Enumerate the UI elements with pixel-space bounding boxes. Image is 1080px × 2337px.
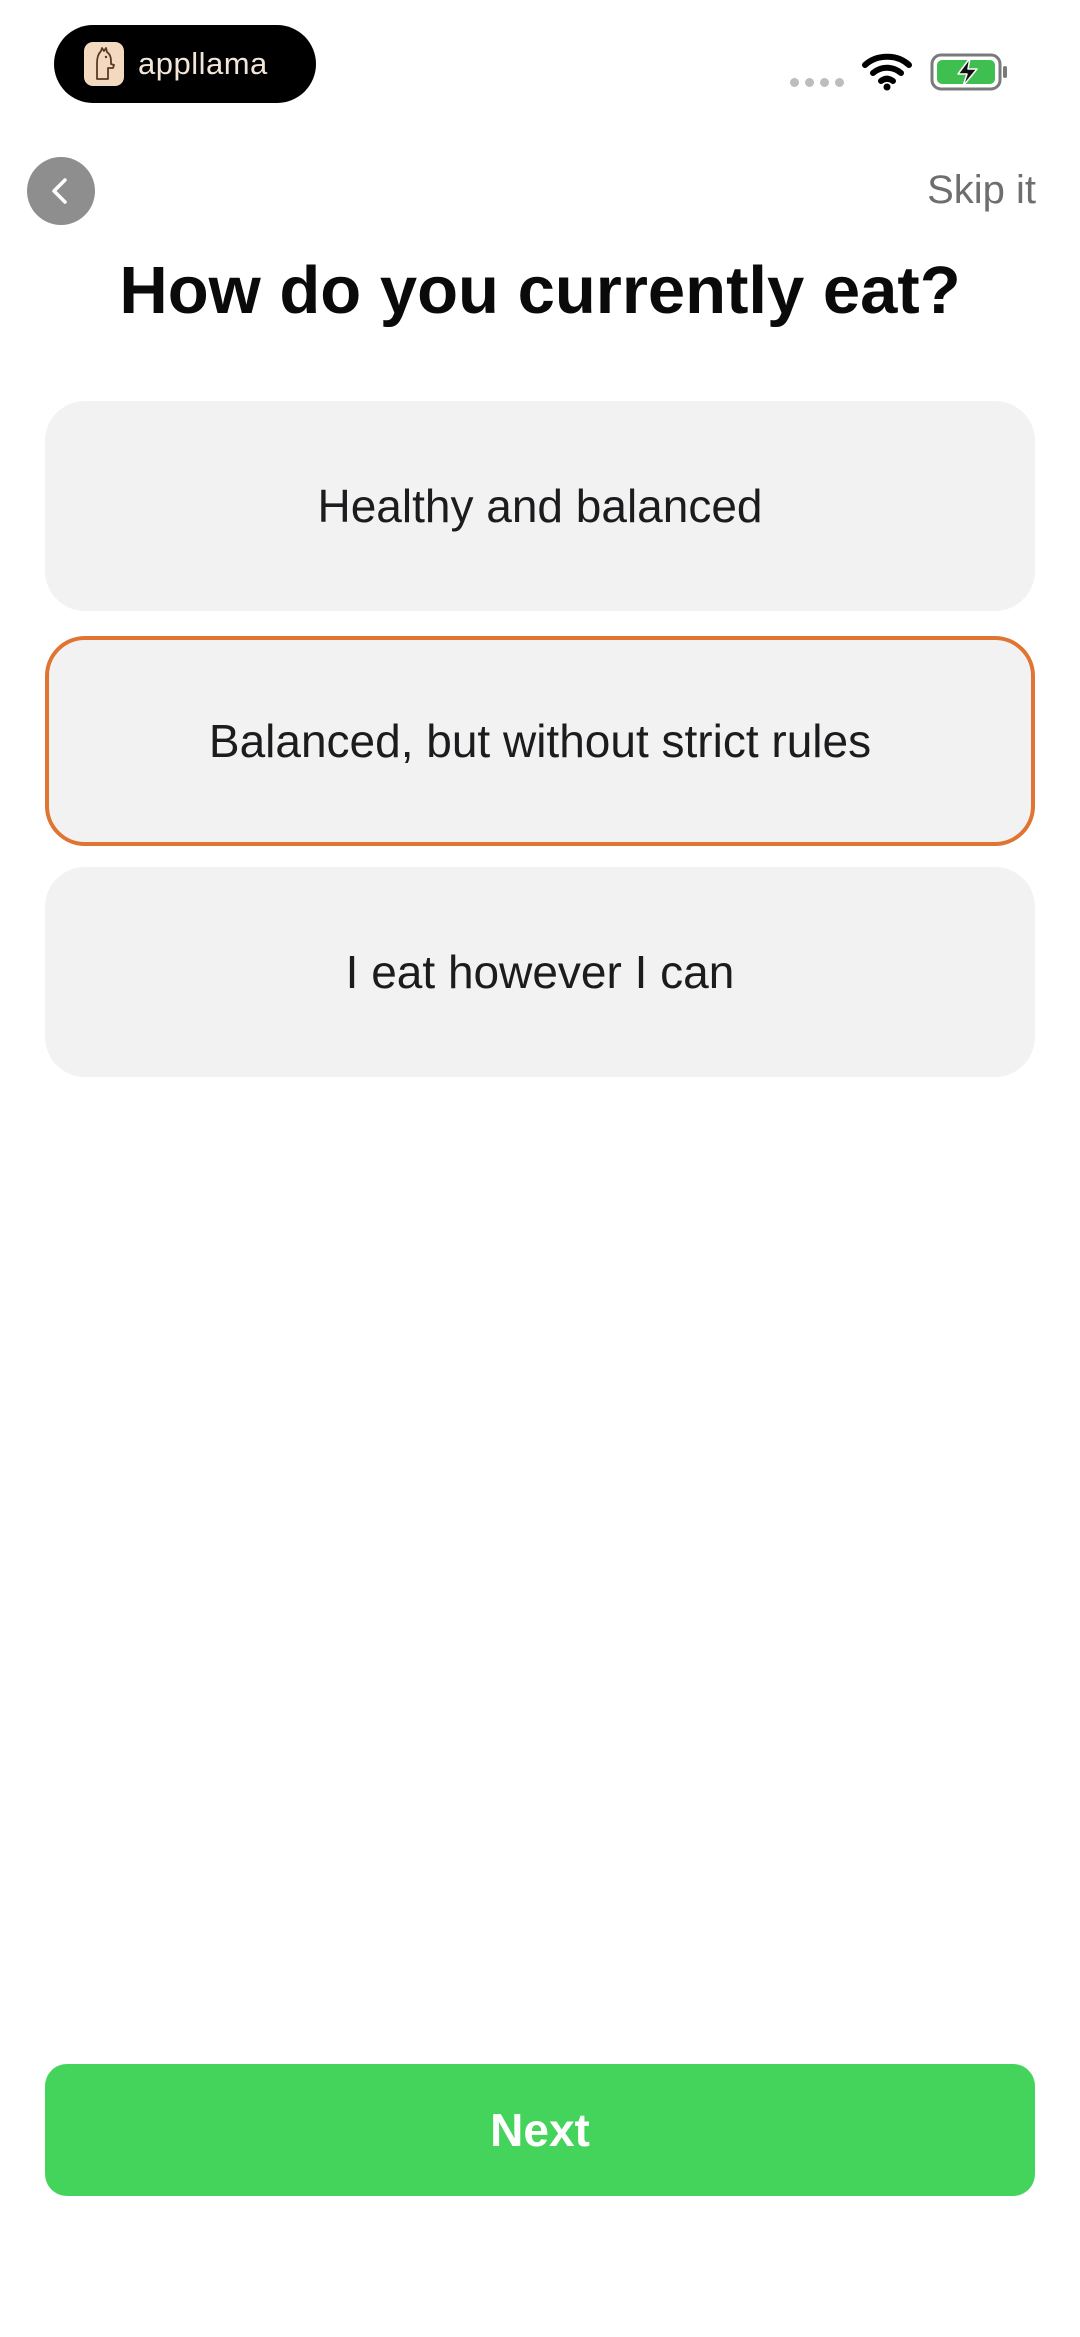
- chevron-left-icon: [52, 178, 67, 204]
- brand-name: appllama: [138, 46, 268, 81]
- brand-badge: appllama: [54, 25, 316, 103]
- option-label: Balanced, but without strict rules: [208, 715, 872, 767]
- option-label: Healthy and balanced: [317, 480, 763, 532]
- option-label: I eat however I can: [345, 946, 735, 998]
- option-healthy-and-balanced[interactable]: Healthy and balanced: [45, 401, 1035, 611]
- page-title: How do you currently eat?: [119, 253, 961, 328]
- battery-charging-icon: [930, 53, 1007, 91]
- option-balanced-without-strict-rules[interactable]: Balanced, but without strict rules: [45, 636, 1035, 846]
- status-bar: appllama: [0, 0, 1080, 130]
- back-button[interactable]: [27, 157, 95, 225]
- next-button[interactable]: Next: [45, 2064, 1035, 2196]
- option-eat-however-i-can[interactable]: I eat however I can: [45, 867, 1035, 1077]
- wifi-icon: [862, 53, 912, 91]
- cellular-signal-icon: [790, 78, 844, 87]
- skip-button[interactable]: Skip it: [927, 168, 1036, 213]
- llama-icon: [84, 42, 124, 86]
